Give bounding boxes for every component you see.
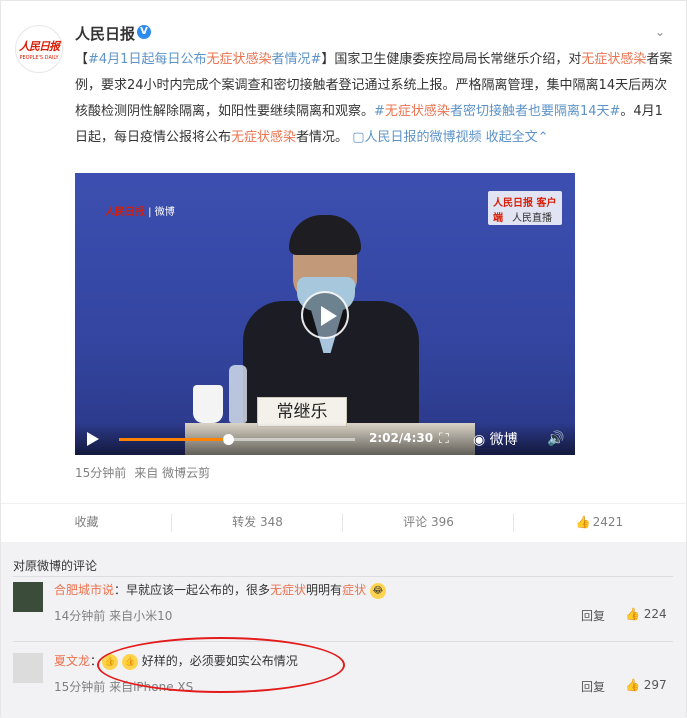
topic-link[interactable]: #无症状感染者密切接触者也要隔离14天#: [374, 104, 620, 119]
topic-text: 者密切接触者也要隔离14天#: [449, 104, 621, 119]
collapse-link[interactable]: 收起全文⌃: [486, 130, 549, 145]
topic-link[interactable]: #4月1日起每日公布无症状感染者情况#: [88, 52, 321, 67]
post-meta: 15分钟前 来自 微博云剪: [75, 464, 210, 481]
weibo-post-card: 人民日报 PEOPLE'S DAILY 人民日报 V ⌄ 【#4月1日起每日公布…: [0, 0, 687, 718]
comment-item: 合肥城市说：早就应该一起公布的，很多无症状明明有症状 😂 14分钟前 来自小米1…: [13, 582, 673, 624]
reply-button[interactable]: 回复: [581, 678, 605, 695]
video-controls: 2:02/4:30 ⛶ ◉ 微博 🔊: [75, 423, 575, 455]
action-bar: 收藏 转发 348 评论 396 👍 2421: [1, 503, 686, 541]
highlight-keyword: 无症状感染: [581, 52, 647, 67]
comment-meta: 14分钟前 来自小米10: [54, 609, 173, 623]
comment-body: 明明有: [306, 583, 343, 597]
progress-fill: [119, 438, 228, 441]
topic-text: 者情况#: [271, 52, 322, 67]
collect-button[interactable]: 收藏: [1, 504, 172, 542]
progress-knob[interactable]: [222, 434, 234, 445]
topic-text: #: [374, 104, 385, 119]
watermark-text-2: 微博: [154, 207, 175, 218]
weibo-logo: ◉ 微博: [473, 432, 518, 448]
comment-highlight: 症状: [342, 583, 367, 597]
comment-like-button[interactable]: 👍 224: [625, 607, 667, 621]
thumb-up-icon: 👍: [625, 678, 640, 692]
thumb-up-icon: 👍: [575, 515, 591, 529]
collect-label: 收藏: [74, 515, 99, 529]
comment-like-count: 297: [643, 678, 667, 692]
highlight-keyword: 无症状感染: [206, 52, 272, 67]
comment-button[interactable]: 评论 396: [343, 504, 514, 542]
comment-like-button[interactable]: 👍 297: [625, 678, 667, 692]
comment-author[interactable]: 合肥城市说: [54, 583, 114, 597]
like-button[interactable]: 👍 2421: [514, 504, 685, 542]
topic-text: #4月1日起每日公布: [88, 52, 207, 67]
fullscreen-icon[interactable]: ⛶: [439, 431, 455, 447]
weibo-mark-text: 微博: [489, 432, 518, 448]
highlight-keyword: 无症状感染: [384, 104, 450, 119]
comment-avatar[interactable]: [13, 653, 43, 683]
user-name[interactable]: 人民日报: [75, 23, 135, 44]
laugh-cry-emoji-icon: 😂: [369, 582, 386, 599]
video-link-label: 人民日报的微博视频: [364, 130, 482, 145]
comments-header: 对原微博的评论: [13, 559, 98, 573]
avatar-logo-sub: PEOPLE'S DAILY: [19, 54, 59, 61]
forward-button[interactable]: 转发 348: [172, 504, 343, 542]
avatar-logo-text: 人民日报: [19, 39, 60, 53]
post-source[interactable]: 来自 微博云剪: [134, 466, 210, 480]
comment-divider: [13, 641, 673, 642]
progress-bar[interactable]: [119, 434, 355, 445]
like-count: 2421: [592, 515, 624, 529]
post-text-segment: 【: [75, 52, 89, 67]
highlight-keyword: 无症状感染: [231, 130, 297, 145]
collapse-label: 收起全文: [485, 130, 538, 145]
tea-cup: [193, 385, 223, 423]
annotation-ellipse: [97, 637, 345, 693]
post-time[interactable]: 15分钟前: [75, 466, 126, 480]
post-text: 【#4月1日起每日公布无症状感染者情况#】国家卫生健康委疾控局局长常继乐介绍，对…: [75, 47, 675, 151]
avatar[interactable]: 人民日报 PEOPLE'S DAILY: [15, 25, 63, 73]
comment-text: 合肥城市说：早就应该一起公布的，很多无症状明明有症状 😂: [54, 582, 386, 599]
comment-avatar[interactable]: [13, 582, 43, 612]
water-bottle: [229, 365, 247, 423]
chevron-down-icon[interactable]: ⌄: [655, 25, 665, 39]
post-text-segment: 者情况。: [296, 130, 349, 145]
time-display: 2:02/4:30: [369, 431, 434, 445]
verified-icon: V: [137, 25, 151, 39]
comments-divider: [13, 576, 673, 577]
post-text-segment: 】国家卫生健康委疾控局局长常继乐介绍，对: [321, 52, 582, 67]
comment-highlight: 无症状: [270, 583, 307, 597]
comments-section: 对原微博的评论 合肥城市说：早就应该一起公布的，很多无症状明明有症状 😂 14分…: [1, 542, 686, 718]
comment-author[interactable]: 夏文龙: [54, 654, 90, 668]
video-link[interactable]: ▢人民日报的微博视频: [352, 130, 481, 145]
reply-button[interactable]: 回复: [581, 607, 605, 624]
comment-label: 评论 396: [403, 515, 454, 529]
video-player[interactable]: 人民日报 | 微博 人民日报 客户端 人民直播 常继乐 2:02/4:30 ⛶ …: [75, 173, 575, 455]
client-badge: 人民日报 客户端 人民直播: [488, 191, 562, 225]
badge-bottom-text: 人民直播: [512, 213, 552, 224]
comment-like-count: 224: [643, 607, 667, 621]
video-watermark: 人民日报 | 微博: [105, 207, 175, 218]
play-icon[interactable]: [301, 291, 349, 339]
forward-label: 转发 348: [232, 515, 283, 529]
control-play-icon[interactable]: [87, 432, 99, 446]
volume-icon[interactable]: 🔊: [547, 431, 567, 447]
watermark-text: 人民日报: [105, 207, 145, 218]
thumb-up-icon: 👍: [625, 607, 640, 621]
comment-body: ：早就应该一起公布的，很多: [114, 583, 271, 597]
